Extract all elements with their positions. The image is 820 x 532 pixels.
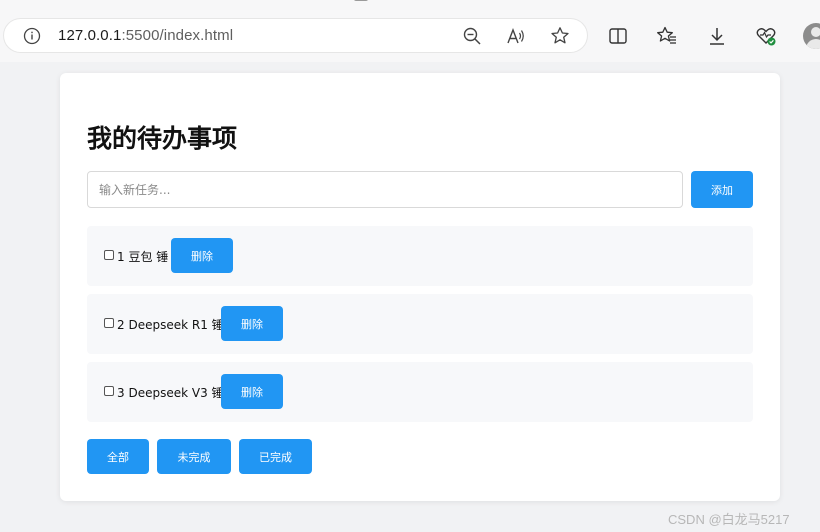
split-screen-icon[interactable] (607, 25, 629, 47)
url-path: :5500/index.html (121, 27, 234, 44)
address-bar[interactable]: 127.0.0.1:5500/index.html (4, 19, 587, 52)
watermark: CSDN @白龙马5217 (668, 512, 790, 527)
todo-text: 3 Deepseek V3 锤 (117, 386, 224, 400)
avatar-body (806, 39, 820, 49)
todo-text: 1 豆包 锤 (117, 250, 169, 264)
avatar-head (811, 27, 820, 37)
filter-active-button[interactable]: 未完成 (157, 439, 231, 474)
todo-checkbox[interactable] (104, 386, 114, 396)
url-host: 127.0.0.1 (58, 27, 122, 44)
todo-checkbox[interactable] (104, 318, 114, 328)
read-aloud-icon[interactable] (506, 26, 526, 46)
todo-text: 2 Deepseek R1 锤 (117, 318, 224, 332)
todo-item: 3 Deepseek V3 锤 删除 (87, 362, 753, 422)
delete-button[interactable]: 删除 (221, 306, 283, 341)
filter-all-button[interactable]: 全部 (87, 439, 149, 474)
delete-button[interactable]: 删除 (171, 238, 233, 273)
filter-completed-button[interactable]: 已完成 (239, 439, 312, 474)
todo-item: 1 豆包 锤 删除 (87, 226, 753, 286)
favorites-icon[interactable] (656, 25, 678, 47)
browser-toolbar: 127.0.0.1:5500/index.html (0, 0, 820, 62)
add-task-button[interactable]: 添加 (691, 171, 753, 208)
favorite-star-icon[interactable] (550, 26, 570, 46)
zoom-out-icon[interactable] (462, 26, 482, 46)
page-title: 我的待办事项 (87, 124, 238, 153)
todo-card: 我的待办事项 添加 1 豆包 锤 删除 2 Deepseek R1 锤 删除 3… (60, 73, 780, 501)
todo-item: 2 Deepseek R1 锤 删除 (87, 294, 753, 354)
profile-avatar[interactable] (803, 23, 820, 49)
url-text[interactable]: 127.0.0.1:5500/index.html (58, 27, 233, 44)
browser-essentials-icon[interactable] (755, 25, 777, 47)
todo-checkbox[interactable] (104, 250, 114, 260)
tab-strip-indicator (354, 0, 368, 1)
downloads-icon[interactable] (706, 25, 728, 47)
site-info-icon[interactable] (23, 27, 41, 45)
new-task-input[interactable] (87, 171, 683, 208)
delete-button[interactable]: 删除 (221, 374, 283, 409)
